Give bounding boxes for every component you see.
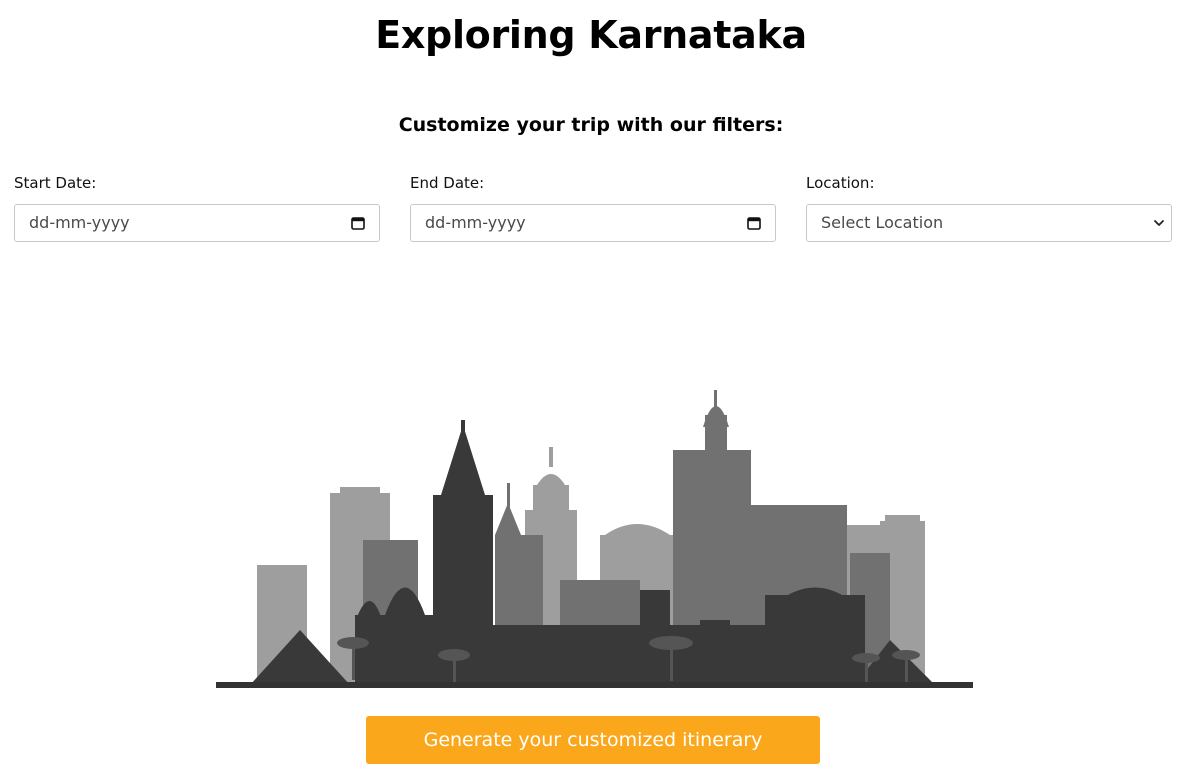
chevron-down-icon xyxy=(1154,220,1164,226)
calendar-icon[interactable] xyxy=(351,216,365,230)
end-date-input[interactable]: dd-mm-yyyy xyxy=(410,204,776,242)
skyline-ground-line xyxy=(216,682,973,688)
start-date-placeholder: dd-mm-yyyy xyxy=(29,213,130,232)
location-label: Location: xyxy=(806,174,875,192)
calendar-icon[interactable] xyxy=(747,216,761,230)
filters-subtitle: Customize your trip with our filters: xyxy=(398,114,784,136)
location-select[interactable]: Select Location xyxy=(806,204,1172,242)
end-date-placeholder: dd-mm-yyyy xyxy=(425,213,526,232)
location-selected-value: Select Location xyxy=(821,213,944,232)
start-date-input[interactable]: dd-mm-yyyy xyxy=(14,204,380,242)
generate-itinerary-button[interactable]: Generate your customized itinerary xyxy=(366,716,820,764)
page-title: Exploring Karnataka xyxy=(375,13,807,57)
end-date-filter: End Date: dd-mm-yyyy xyxy=(410,172,776,242)
city-skyline-illustration xyxy=(216,390,973,688)
start-date-label: Start Date: xyxy=(14,174,97,192)
end-date-label: End Date: xyxy=(410,174,485,192)
location-filter: Location: Select Location xyxy=(806,172,1172,242)
start-date-filter: Start Date: dd-mm-yyyy xyxy=(14,172,380,242)
